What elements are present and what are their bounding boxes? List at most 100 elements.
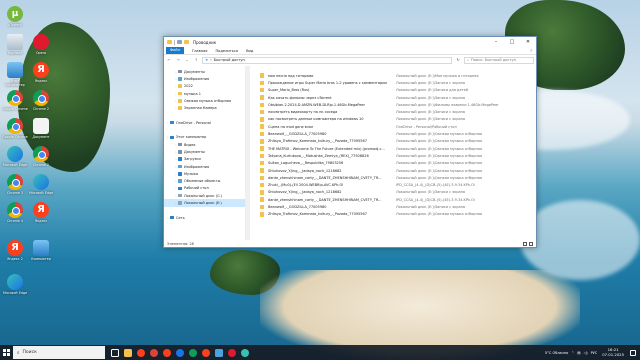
- file-row[interactable]: Beanwolf_-_GODZILLA_77005980 Локальный ди…: [260, 130, 536, 137]
- edge-icon[interactable]: [176, 348, 184, 357]
- nav-item-label: Документы: [184, 149, 205, 154]
- desktop-shortcut[interactable]: Opera: [28, 34, 54, 55]
- nav-item-label: Сеть: [176, 215, 185, 220]
- desktop-shortcut[interactable]: Chrome 2: [28, 90, 54, 111]
- file-row[interactable]: Прохождение игры Super Mario bros 1-2 ур…: [260, 79, 536, 86]
- help-icon[interactable]: ?: [530, 49, 532, 53]
- edge-icon[interactable]: [241, 348, 249, 357]
- nav-item[interactable]: › 2022: [164, 83, 245, 90]
- language-indicator[interactable]: РУС: [591, 351, 598, 355]
- file-row[interactable]: моя песня под гитарами Локальный диск (E:…: [260, 72, 536, 79]
- file-row[interactable]: THE MATRIX - Welcome To The Future (Exte…: [260, 145, 536, 152]
- forward-arrow-icon[interactable]: →: [175, 58, 181, 62]
- task-view-icon[interactable]: [111, 348, 119, 357]
- nav-item[interactable]: › Изображения: [164, 163, 245, 170]
- file-location: Локальный диск (E:)\Записи с экрана: [396, 204, 466, 209]
- properties-icon[interactable]: [177, 40, 182, 44]
- close-button[interactable]: ✕: [520, 37, 536, 47]
- desktop-shortcut[interactable]: Google Chrome: [2, 90, 28, 111]
- file-row[interactable]: Tatyana_Kurtukova_-_Matushka_Zemlya_(REX…: [260, 152, 536, 159]
- file-row[interactable]: Beanwolf_-_GODZILLA_77005980 Локальный ди…: [260, 203, 536, 210]
- nav-item[interactable]: › Локальный диск (C:): [164, 192, 245, 199]
- start-button[interactable]: [0, 345, 13, 360]
- nav-item[interactable]: › Загрузки: [164, 156, 245, 163]
- nav-item[interactable]: › Локальный диск (E:): [164, 199, 246, 207]
- refresh-icon[interactable]: ↻: [455, 58, 461, 62]
- yandex-icon[interactable]: [137, 348, 145, 357]
- desktop-shortcut[interactable]: Microsoft Edge: [2, 274, 28, 295]
- network-icon[interactable]: ▤: [577, 351, 580, 355]
- tiles-view-icon[interactable]: [529, 241, 533, 246]
- chevron-down-icon[interactable]: ⌄: [184, 58, 190, 62]
- notification-icon[interactable]: [630, 349, 636, 356]
- details-view-icon[interactable]: [523, 241, 527, 246]
- desktop-shortcut[interactable]: Google Chrome: [2, 118, 28, 139]
- nav-item[interactable]: › Свежая музыка отборная: [164, 97, 245, 104]
- nav-item[interactable]: › Изображения: [164, 75, 245, 82]
- tab-home[interactable]: Главная: [192, 49, 208, 53]
- file-row[interactable]: Zhitsya_Trofimov_Kommata_kultury_-_Pozad…: [260, 211, 536, 218]
- tab-file[interactable]: Файл: [166, 47, 184, 54]
- yandex-browser-icon[interactable]: [202, 348, 210, 357]
- desktop-shortcut[interactable]: Microsoft Edge: [28, 174, 54, 195]
- volume-icon[interactable]: ◁): [584, 351, 588, 355]
- back-arrow-icon[interactable]: ←: [166, 58, 172, 62]
- file-row[interactable]: Shtuhovov_Y.Jing_-_Jadaya_noch_1218682 Ло…: [260, 189, 536, 196]
- desktop-shortcut[interactable]: Корзина: [2, 34, 28, 55]
- file-row[interactable]: как посмотреть данные компьютера на wind…: [260, 116, 536, 123]
- desktop-shortcut[interactable]: Документ: [28, 118, 54, 139]
- address-bar[interactable]: ★ › Быстрый доступ: [202, 56, 452, 64]
- chrome-icon[interactable]: [189, 348, 197, 357]
- nav-item[interactable]: › Этот компьютер: [164, 134, 245, 141]
- file-row[interactable]: Shtuhovov_Y.Jing_-_Jadaya_noch_1218682 Ло…: [260, 167, 536, 174]
- clock[interactable]: 18:21 07.01.2025: [602, 347, 624, 357]
- desktop-shortcut[interactable]: Я Яндекс: [28, 202, 54, 223]
- nav-item[interactable]: › Экранная Камера: [164, 104, 245, 111]
- file-explorer-window[interactable]: Проводник – □ ✕ Файл Главная Поделиться …: [163, 36, 537, 248]
- file-explorer-icon[interactable]: [124, 348, 132, 357]
- search-input[interactable]: ⌕ Поиск: Быстрый доступ: [464, 56, 534, 64]
- desktop-shortcut[interactable]: Chrome 3: [2, 174, 28, 195]
- nav-item[interactable]: › Видео: [164, 141, 245, 148]
- file-row[interactable]: Sultan_Lagucheva_-_Respublika_79803256 Ло…: [260, 160, 536, 167]
- file-row[interactable]: Super_Mario_Bros (Rus) Локальный диск (E:…: [260, 87, 536, 94]
- title-bar[interactable]: Проводник – □ ✕: [164, 37, 536, 47]
- new-folder-icon[interactable]: [184, 40, 189, 44]
- up-arrow-icon[interactable]: ↑: [193, 58, 199, 62]
- file-row[interactable]: Zhuki_-(Mu0)-(Ell 2004-WEBRip-AVC.KPk.Ol…: [260, 181, 536, 188]
- maximize-button[interactable]: □: [504, 37, 520, 47]
- file-row[interactable]: Obsibian.2.2024.D.AMZN.WEB-DLRip.1.46Gb.…: [260, 101, 536, 108]
- file-row[interactable]: dante_zhenshhinam_carty_-_DANTE_ZHENSHHI…: [260, 174, 536, 181]
- nav-item[interactable]: › OneDrive - Personal: [164, 119, 245, 126]
- tab-share[interactable]: Поделиться: [215, 49, 238, 53]
- file-row[interactable]: Zhitsya_Trofimov_Kommata_kultury_-_Pozad…: [260, 138, 536, 145]
- minimize-button[interactable]: –: [488, 37, 504, 47]
- weather-text[interactable]: 5°C Облачно: [545, 351, 568, 355]
- desktop-shortcut[interactable]: Chrome 2: [28, 146, 54, 167]
- opera-icon[interactable]: [228, 348, 236, 357]
- desktop-shortcut[interactable]: Microsoft Edge: [2, 146, 28, 167]
- file-row[interactable]: Сцена на mod gone взял OneDrive - Persona…: [260, 123, 536, 130]
- nav-item[interactable]: › Документы: [164, 68, 245, 75]
- desktop-shortcut[interactable]: Я Яндекс: [28, 62, 54, 83]
- desktop-shortcut[interactable]: Этот компьютер: [2, 62, 28, 87]
- nav-item[interactable]: › Музыка: [164, 170, 245, 177]
- nav-item[interactable]: › Рабочий стол: [164, 185, 245, 192]
- desktop-shortcut[interactable]: Chrome 4: [2, 202, 28, 223]
- file-row[interactable]: dante_zhenshhinam_carty_-_DANTE_ZHENSHHI…: [260, 196, 536, 203]
- desktop-shortcut[interactable]: Компьютер: [28, 240, 54, 261]
- file-row[interactable]: Как качать фильмы через uTorrent Локальны…: [260, 94, 536, 101]
- desktop-shortcut[interactable]: µ uTorrent: [2, 6, 28, 27]
- file-icon: [260, 87, 264, 93]
- tab-view[interactable]: Вид: [246, 49, 253, 53]
- nav-item[interactable]: › Документы: [164, 148, 245, 155]
- chrome-icon[interactable]: [150, 348, 158, 357]
- chevron-up-icon[interactable]: ⌃: [571, 351, 574, 355]
- file-row[interactable]: посмотреть видеокарту на пк соседа Локаль…: [260, 108, 536, 115]
- taskbar-search[interactable]: ⌕ Поиск: [13, 346, 105, 359]
- yandex-icon[interactable]: [163, 348, 171, 357]
- nav-item[interactable]: › Объемные объекты: [164, 177, 245, 184]
- desktop-shortcut[interactable]: Я Яндекс 2: [2, 240, 28, 261]
- nav-item[interactable]: › музыка 1: [164, 90, 245, 97]
- mail-icon[interactable]: [215, 348, 223, 357]
